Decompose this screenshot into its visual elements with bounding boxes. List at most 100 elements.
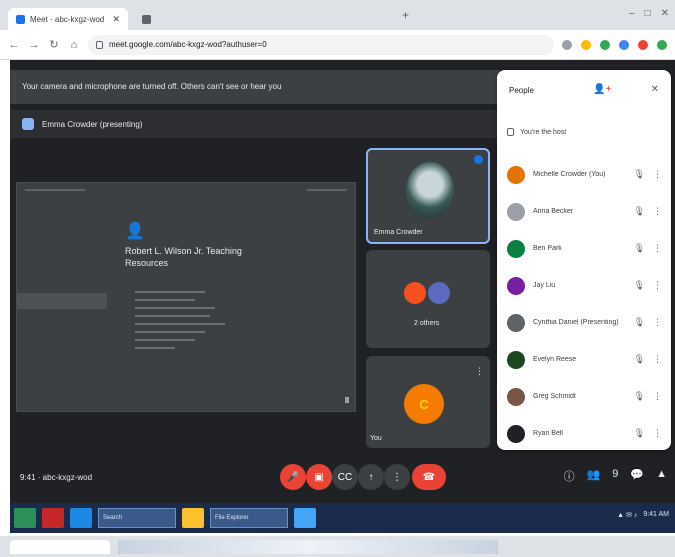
edge-icon[interactable] <box>70 508 92 528</box>
chat-icon[interactable]: 💬 <box>630 468 644 484</box>
host-controls-icon <box>507 128 514 136</box>
participant-avatar <box>507 202 525 221</box>
background-tab-bar <box>118 539 498 554</box>
more-options-button[interactable]: ⋮ <box>384 464 410 490</box>
participant-name: Cynthia Daniel (Presenting) <box>533 319 619 326</box>
participant-row[interactable]: Michelle Crowder (You) 🎙 ⋮ <box>497 156 671 193</box>
maximize-icon[interactable]: □ <box>645 8 651 19</box>
add-people-icon[interactable]: 👤+ <box>593 84 611 95</box>
home-icon[interactable]: ⌂ <box>68 39 80 51</box>
participant-row[interactable]: Anna Becker 🎙 ⋮ <box>497 193 671 230</box>
chrome-icon[interactable] <box>294 508 316 528</box>
mic-status-icon[interactable]: 🎙 <box>634 206 645 217</box>
participant-tile-speaking[interactable]: Emma Crowder <box>366 148 490 244</box>
person-icon: 👤 <box>125 223 145 240</box>
participant-list: Michelle Crowder (You) 🎙 ⋮ Anna Becker 🎙 ⋮ Ben… <box>497 156 671 452</box>
meeting-info: 9:41 · abc-kxgz-wod <box>20 473 93 482</box>
camera-off-button[interactable]: ▣ <box>306 464 332 490</box>
info-icon[interactable]: ⓘ <box>564 468 575 484</box>
tab-close-icon[interactable]: ✕ <box>112 14 120 25</box>
participant-name: Greg Schmidt <box>533 393 576 400</box>
mic-status-icon[interactable]: 🎙 <box>634 317 645 328</box>
participant-row[interactable]: Ben Park 🎙 ⋮ <box>497 230 671 267</box>
mic-status-icon[interactable]: 🎙 <box>634 169 645 180</box>
address-bar[interactable]: meet.google.com/abc-kxgz-wod?authuser=0 <box>88 34 554 55</box>
more-vert-icon[interactable]: ⋮ <box>653 243 662 254</box>
mic-status-icon[interactable]: 🎙 <box>634 243 645 254</box>
more-vert-icon[interactable]: ⋮ <box>653 169 662 180</box>
camera-permission-icon[interactable] <box>562 39 572 50</box>
participant-row[interactable]: Cynthia Daniel (Presenting) 🎙 ⋮ <box>497 304 671 341</box>
more-vert-icon[interactable]: ⋮ <box>653 354 662 365</box>
shared-screen-header-line <box>25 189 85 191</box>
browser-tab-title: Meet - abc-kxgz-wod <box>30 14 105 24</box>
presenting-label: Emma Crowder (presenting) <box>42 119 143 129</box>
mic-status-icon[interactable]: 🎙 <box>634 428 645 439</box>
app-icon[interactable] <box>42 508 64 528</box>
end-call-button[interactable]: ☎ <box>412 464 446 490</box>
extension-icon-3[interactable] <box>638 39 648 50</box>
close-window-icon[interactable]: ✕ <box>661 8 669 19</box>
participant-name: Ryan Bell <box>533 430 563 437</box>
participant-avatar <box>507 313 525 332</box>
forward-icon[interactable]: → <box>28 39 40 51</box>
doc-text-line <box>135 323 225 325</box>
camera-off-notice: Your camera and microphone are turned of… <box>10 70 500 104</box>
participant-avatar <box>507 239 525 258</box>
more-vert-icon[interactable]: ⋮ <box>653 280 662 291</box>
host-label-text: You're the host <box>520 128 567 136</box>
more-vert-icon[interactable]: ⋮ <box>653 428 662 439</box>
mic-status-icon[interactable]: 🎙 <box>634 280 645 291</box>
participant-tile-others[interactable]: 2 others <box>366 250 490 348</box>
tab-favicon-icon <box>142 14 151 24</box>
participant-avatar <box>404 282 426 304</box>
captions-button[interactable]: CC <box>332 464 358 490</box>
activities-icon[interactable]: ▲ <box>656 468 667 484</box>
participant-name: Jay Liu <box>533 282 556 289</box>
more-vert-icon[interactable]: ⋮ <box>475 366 484 377</box>
participant-name: Ben Park <box>533 245 562 252</box>
new-tab-icon[interactable]: + <box>402 8 409 22</box>
close-panel-icon[interactable]: ✕ <box>651 84 659 95</box>
browser-toolbar: ← → ↻ ⌂ meet.google.com/abc-kxgz-wod?aut… <box>0 30 675 60</box>
mic-status-icon[interactable]: 🎙 <box>634 391 645 402</box>
shared-screen-sidebar <box>17 293 107 309</box>
more-vert-icon[interactable]: ⋮ <box>653 206 662 217</box>
participant-row[interactable]: Greg Schmidt 🎙 ⋮ <box>497 378 671 415</box>
system-tray: ▲ ✉ ♪ 9:41 AM <box>617 511 669 519</box>
browser-tabbar: Meet - abc-kxgz-wod ✕ + – □ ✕ <box>0 0 675 30</box>
participant-row[interactable]: Ryan Bell 🎙 ⋮ <box>497 415 671 452</box>
more-vert-icon[interactable]: ⋮ <box>653 317 662 328</box>
extension-icon[interactable] <box>600 39 610 50</box>
shared-doc-title: Robert L. Wilson Jr. Teaching Resources <box>125 246 242 268</box>
back-icon[interactable]: ← <box>8 39 20 51</box>
taskbar-window[interactable]: Search <box>98 508 176 528</box>
star-icon[interactable] <box>581 39 591 50</box>
participant-row[interactable]: Evelyn Reese 🎙 ⋮ <box>497 341 671 378</box>
more-vert-icon[interactable]: ⋮ <box>653 391 662 402</box>
people-panel: People 👤+ ✕ You're the host Michelle Cro… <box>497 70 671 450</box>
minimize-icon[interactable]: – <box>629 8 635 19</box>
speaking-indicator-icon <box>474 155 483 164</box>
people-icon[interactable]: 👥 <box>587 468 601 484</box>
scroll-indicator[interactable] <box>345 397 349 403</box>
doc-text-line <box>135 339 195 341</box>
present-button[interactable]: ↑ <box>358 464 384 490</box>
tray-icons[interactable]: ▲ ✉ ♪ <box>617 511 637 519</box>
taskbar-window[interactable]: File Explorer <box>210 508 288 528</box>
mic-off-button[interactable]: 🎤 <box>280 464 306 490</box>
start-icon[interactable] <box>14 508 36 528</box>
browser-tab-active[interactable]: Meet - abc-kxgz-wod ✕ <box>8 8 128 30</box>
self-view-tile[interactable]: ⋮ C You <box>366 356 490 448</box>
mic-status-icon[interactable]: 🎙 <box>634 354 645 365</box>
presenting-bar: Emma Crowder (presenting) <box>10 110 500 138</box>
lock-icon <box>96 40 103 49</box>
participant-avatar <box>507 165 525 184</box>
background-tab <box>10 539 110 554</box>
reload-icon[interactable]: ↻ <box>48 38 60 51</box>
file-explorer-icon[interactable] <box>182 508 204 528</box>
extension-icon-2[interactable] <box>619 39 629 50</box>
profile-avatar-icon[interactable] <box>657 39 667 50</box>
browser-tab-other[interactable] <box>134 8 394 30</box>
participant-row[interactable]: Jay Liu 🎙 ⋮ <box>497 267 671 304</box>
